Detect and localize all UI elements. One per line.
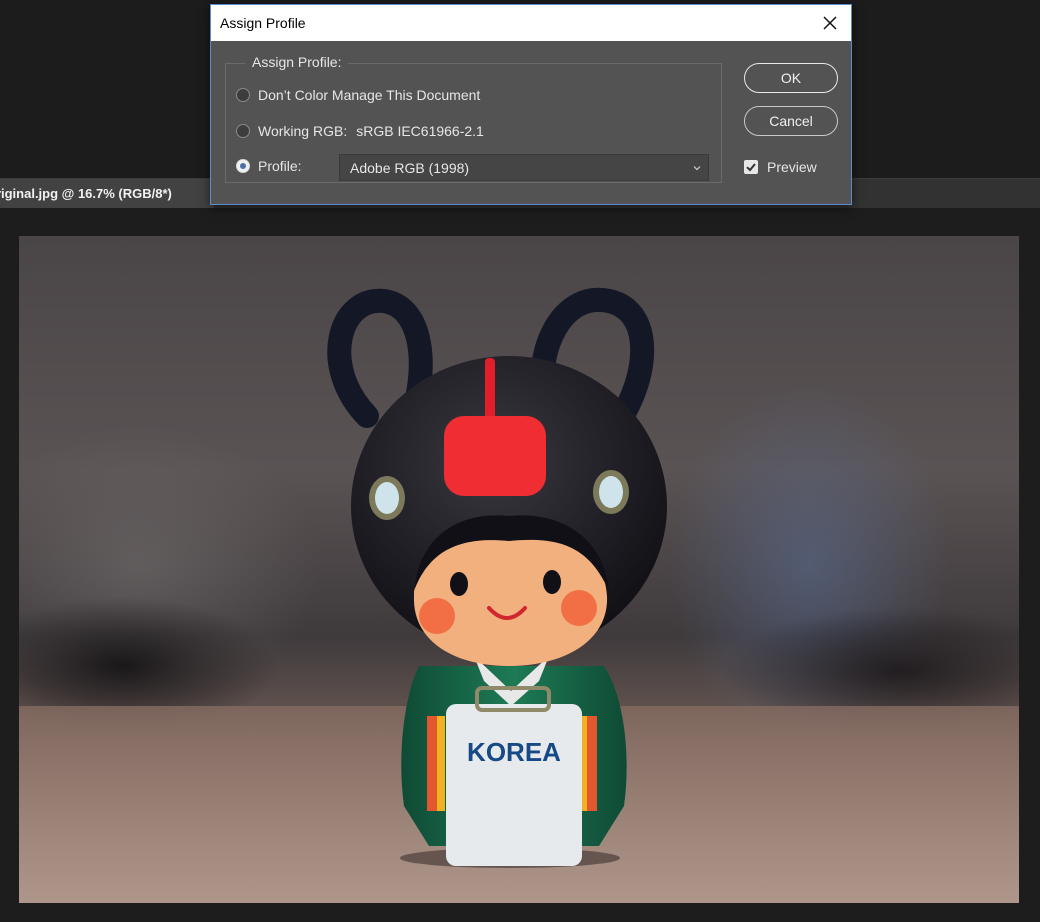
- preview-option[interactable]: Preview: [744, 159, 817, 175]
- option-dont-color-manage[interactable]: Don’t Color Manage This Document: [236, 87, 480, 103]
- profile-select-value: Adobe RGB (1998): [350, 160, 470, 176]
- option-label: Don’t Color Manage This Document: [258, 87, 481, 103]
- doll-text: KOREA: [467, 737, 561, 767]
- dialog-body: Assign Profile: Don’t Color Manage This …: [211, 41, 851, 204]
- option-label: Profile:: [258, 158, 302, 174]
- dialog-titlebar: Assign Profile: [211, 5, 851, 41]
- preview-checkbox[interactable]: [744, 160, 758, 174]
- profile-select[interactable]: Adobe RGB (1998): [339, 154, 709, 181]
- radio-working-rgb[interactable]: [236, 124, 250, 138]
- dialog-title: Assign Profile: [220, 15, 306, 31]
- option-profile[interactable]: Profile:: [236, 158, 302, 174]
- option-working-rgb[interactable]: Working RGB: sRGB IEC61966-2.1: [236, 123, 484, 139]
- group-label: Assign Profile:: [245, 54, 349, 70]
- option-label: Working RGB:: [258, 123, 348, 139]
- radio-dont-color-manage[interactable]: [236, 88, 250, 102]
- working-rgb-value: sRGB IEC61966-2.1: [356, 123, 484, 139]
- radio-profile[interactable]: [236, 159, 250, 173]
- ok-button[interactable]: OK: [744, 63, 838, 93]
- close-icon[interactable]: [819, 12, 841, 34]
- document-tab[interactable]: original.jpg @ 16.7% (RGB/8*): [0, 179, 214, 209]
- preview-label: Preview: [767, 159, 817, 175]
- chevron-down-icon: [693, 166, 701, 171]
- document-tab-title: original.jpg @ 16.7% (RGB/8*): [0, 186, 172, 201]
- document-image: KOREA: [19, 236, 1019, 903]
- assign-profile-dialog: Assign Profile Assign Profile: Don’t Col…: [210, 4, 852, 205]
- doll-figure: KOREA: [327, 287, 667, 868]
- cancel-button[interactable]: Cancel: [744, 106, 838, 136]
- check-icon: [746, 163, 756, 172]
